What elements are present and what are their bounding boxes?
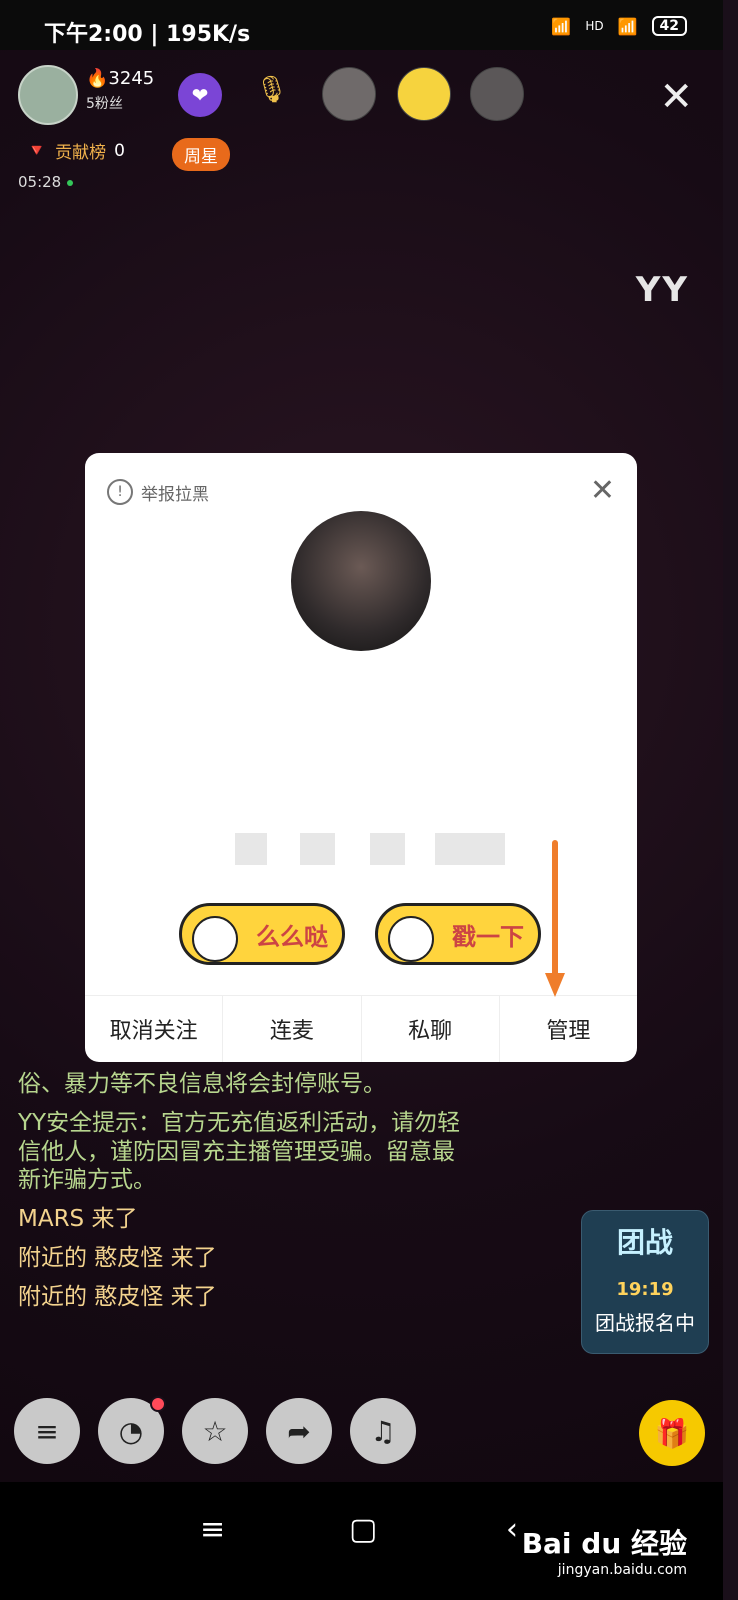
game-icon[interactable]: ◔ (98, 1396, 166, 1464)
home-icon[interactable]: ▢ (349, 1512, 377, 1547)
status-time: 下午2:00 | 195K/s (44, 22, 251, 47)
mic-link-icon[interactable]: 🎙 (255, 75, 299, 115)
heart-icon: ❤ (191, 83, 209, 107)
viewer-avatar-1[interactable] (322, 67, 376, 121)
fans-count: 5粉丝 (86, 96, 123, 112)
battery-indicator: 42 (651, 16, 687, 36)
user-avatar (291, 511, 431, 651)
menu-icon[interactable]: ≡ (14, 1398, 80, 1464)
chat-message: MARS 来了 (18, 1206, 138, 1232)
team-battle-card[interactable]: 团战 19:19 团战报名中 (581, 1210, 709, 1354)
chat-list: 俗、暴力等不良信息将会封停账号。 YY安全提示：官方无充值返利活动，请勿轻信他人… (18, 1070, 468, 1321)
modal-action-row: 取消关注 连麦 私聊 管理 (85, 995, 637, 1062)
viewer-avatar-3[interactable] (470, 67, 524, 121)
fire-icon: 🔥 (86, 68, 109, 89)
viewer-avatar-2[interactable] (397, 67, 451, 121)
guard-badge[interactable]: ❤ (178, 73, 222, 117)
recent-apps-icon[interactable]: ≡ (200, 1512, 225, 1547)
blurred-info-2 (370, 833, 405, 865)
signal-label: HD (585, 19, 604, 33)
report-block-button[interactable]: ! 举报拉黑 (107, 479, 209, 505)
share-icon[interactable]: ➦ (266, 1398, 332, 1464)
close-live-icon[interactable]: ✕ (659, 74, 693, 120)
contribution-ranking[interactable]: 🔻 贡献榜 0 (26, 138, 125, 164)
chat-message: YY安全提示：官方无充值返利活动，请勿轻信他人，谨防因冒充主播管理受骗。留意最新… (18, 1109, 461, 1194)
modal-close-icon[interactable]: ✕ (590, 473, 615, 508)
annotation-arrow-shaft (552, 840, 558, 980)
blurred-name (235, 833, 267, 865)
status-icons: 📶 HD 📶 42 (551, 16, 687, 36)
signal-icon: 📶 (551, 16, 572, 36)
manage-button[interactable]: 管理 (498, 996, 637, 1062)
kiss-button[interactable]: 么么哒 (179, 903, 345, 965)
bottom-toolbar: ≡ ◔ ☆ ➦ ♫ (14, 1396, 416, 1464)
blurred-info-4 (470, 833, 505, 865)
wifi-icon: 📶 (617, 16, 638, 36)
weekly-star-badge[interactable]: 周星 (172, 138, 230, 171)
host-stats: 🔥3245 5粉丝 (86, 68, 154, 113)
live-status-dot (67, 179, 74, 186)
back-icon[interactable]: ‹ (506, 1512, 518, 1547)
contribution-count: 0 (114, 140, 125, 161)
notification-dot (150, 1396, 166, 1412)
team-battle-time: 19:19 (616, 1279, 674, 1300)
fire-count: 🔥3245 (86, 68, 155, 89)
star-icon[interactable]: ☆ (182, 1398, 248, 1464)
poke-button[interactable]: 戳一下 (375, 903, 541, 965)
warning-icon: ! (107, 479, 133, 505)
host-avatar[interactable] (18, 65, 78, 125)
team-battle-title: 团战 (616, 1226, 673, 1259)
blurred-info-1 (300, 833, 335, 865)
watermark-url: jingyan.baidu.com (557, 1562, 687, 1578)
report-label: 举报拉黑 (141, 484, 209, 505)
team-battle-status: 团战报名中 (595, 1311, 695, 1335)
live-timer: 05:28 (18, 173, 74, 191)
contribution-label: 贡献榜 (55, 143, 107, 163)
chat-message: 附近的 憨皮怪 来了 (18, 1283, 217, 1310)
link-mic-button[interactable]: 连麦 (222, 996, 360, 1062)
music-icon[interactable]: ♫ (350, 1398, 416, 1464)
annotation-arrow-head (545, 973, 565, 997)
emoji-face-icon (192, 916, 238, 962)
unfollow-button[interactable]: 取消关注 (85, 996, 222, 1062)
chat-message: 俗、暴力等不良信息将会封停账号。 (18, 1071, 386, 1097)
baidu-watermark: Bai du 经验 jingyan.baidu.com (522, 1522, 687, 1578)
system-nav-bar: ≡ ▢ ‹ Bai du 经验 jingyan.baidu.com (0, 1482, 723, 1600)
status-bar: 下午2:00 | 195K/s 📶 HD 📶 42 (0, 0, 723, 50)
gem-icon: 🔻 (26, 140, 48, 161)
watermark-brand: Bai du 经验 (521, 1527, 687, 1560)
poke-label: 戳一下 (452, 922, 524, 951)
kiss-label: 么么哒 (256, 922, 328, 951)
chat-message: 附近的 憨皮怪 来了 (18, 1244, 217, 1271)
private-chat-button[interactable]: 私聊 (360, 996, 499, 1062)
emoji-face-icon (388, 916, 434, 962)
gift-icon[interactable]: 🎁 (639, 1400, 705, 1466)
brand-logo: YY (635, 270, 689, 310)
blurred-info-3 (435, 833, 470, 865)
